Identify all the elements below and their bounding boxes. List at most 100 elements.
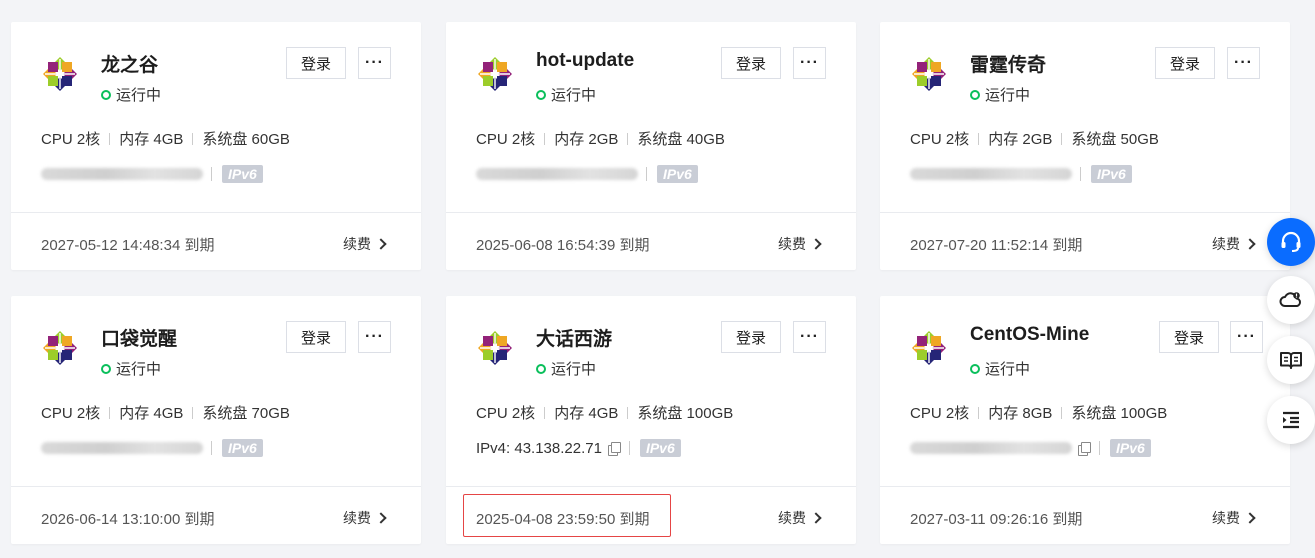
card-divider [880,486,1290,487]
ip-divider [646,167,647,181]
more-actions-button[interactable]: ··· [358,321,391,353]
spec-divider [109,406,111,419]
spec-row: CPU 2核 内存 4GB 系统盘 100GB [476,402,733,423]
cpu-spec: CPU 2核 [476,131,536,148]
chevron-right-icon [810,238,822,250]
ip-row: IPv6 [41,164,263,184]
menu-toggle-button[interactable] [1267,396,1315,444]
ip-address-redacted [41,442,203,454]
instance-grid: 龙之谷 运行中 登录 ··· CPU 2核 内存 4GB 系统盘 60GB IP… [0,0,1315,558]
ipv6-badge: IPv6 [1091,165,1132,183]
status-text: 运行中 [985,361,1031,378]
book-icon [1280,352,1302,369]
more-actions-button[interactable]: ··· [1227,47,1260,79]
instance-name[interactable]: 大话西游 [536,324,612,351]
renew-link[interactable]: 续费 [1212,234,1256,254]
instance-card: 雷霆传奇 运行中 登录 ··· CPU 2核 内存 2GB 系统盘 50GB I… [880,22,1290,270]
card-divider [880,212,1290,213]
spec-divider [978,406,980,419]
instance-name[interactable]: hot-update [536,50,634,72]
memory-spec: 内存 4GB [119,405,184,422]
instance-status: 运行中 [101,358,161,379]
instance-name[interactable]: 雷霆传奇 [970,50,1046,77]
renew-label: 续费 [1212,236,1240,252]
login-button[interactable]: 登录 [1159,321,1219,353]
renew-link[interactable]: 续费 [778,234,822,254]
ip-address-redacted [910,168,1072,180]
instance-status: 运行中 [101,84,161,105]
chevron-right-icon [375,238,387,250]
headset-icon [1281,231,1301,252]
renew-link[interactable]: 续费 [778,508,822,528]
login-button[interactable]: 登录 [286,47,346,79]
instance-name[interactable]: 口袋觉醒 [101,324,177,351]
cloud-alert-button[interactable] [1267,276,1315,324]
centos-logo-icon [43,57,77,91]
instance-card: hot-update 运行中 登录 ··· CPU 2核 内存 2GB 系统盘 … [446,22,856,270]
ip-address-redacted [41,168,203,180]
list-indent-icon [1283,411,1299,429]
ipv6-badge: IPv6 [222,439,263,457]
card-divider [11,486,421,487]
ip-address-redacted [476,168,638,180]
ip-divider [211,167,212,181]
running-status-icon [536,89,546,100]
renew-link[interactable]: 续费 [1212,508,1256,528]
chevron-right-icon [1244,238,1256,250]
copy-icon[interactable] [1077,441,1091,456]
renew-link[interactable]: 续费 [343,234,387,254]
chevron-right-icon [810,512,822,524]
ipv6-badge: IPv6 [222,165,263,183]
centos-logo-icon [43,331,77,365]
copy-icon[interactable] [607,441,621,456]
status-text: 运行中 [551,361,597,378]
memory-spec: 内存 8GB [988,405,1053,422]
ipv6-badge: IPv6 [1110,439,1151,457]
ipv6-badge: IPv6 [639,439,681,457]
login-button[interactable]: 登录 [721,321,781,353]
more-actions-button[interactable]: ··· [1230,321,1263,353]
expire-date: 2027-03-11 09:26:16 到期 [910,511,1083,528]
ip-address-redacted [910,442,1072,454]
spec-divider [627,132,629,145]
login-button[interactable]: 登录 [1155,47,1215,79]
customer-service-button[interactable] [1267,218,1315,266]
spec-divider [978,132,980,145]
centos-logo-icon [478,57,512,91]
renew-label: 续费 [343,510,371,526]
expire-date: 2027-07-20 11:52:14 到期 [910,237,1083,254]
more-actions-button[interactable]: ··· [793,47,826,79]
instance-status: 运行中 [536,84,596,105]
ip-row: IPv4: 43.138.22.71 IPv6 [476,438,681,458]
ip-divider [628,441,630,455]
more-actions-button[interactable]: ··· [793,321,826,353]
running-status-icon [101,89,111,100]
spec-divider [544,132,546,145]
instance-status: 运行中 [970,84,1030,105]
spec-row: CPU 2核 内存 4GB 系统盘 60GB [41,128,290,149]
login-button[interactable]: 登录 [721,47,781,79]
login-button[interactable]: 登录 [286,321,346,353]
disk-spec: 系统盘 60GB [202,131,290,148]
spec-row: CPU 2核 内存 2GB 系统盘 40GB [476,128,725,149]
instance-name[interactable]: CentOS-Mine [970,324,1089,346]
instance-card: 大话西游 运行中 登录 ··· CPU 2核 内存 4GB 系统盘 100GB … [446,296,856,544]
ip-row: IPv6 [41,438,263,458]
instance-name[interactable]: 龙之谷 [101,50,158,77]
status-text: 运行中 [116,361,162,378]
spec-divider [627,406,629,419]
ip-divider [211,441,212,455]
status-text: 运行中 [985,87,1031,104]
cpu-spec: CPU 2核 [910,131,970,148]
more-actions-button[interactable]: ··· [358,47,391,79]
card-divider [11,212,421,213]
docs-button[interactable] [1267,336,1315,384]
cpu-spec: CPU 2核 [41,405,101,422]
centos-logo-icon [478,331,512,365]
disk-spec: 系统盘 50GB [1071,131,1159,148]
disk-spec: 系统盘 40GB [637,131,725,148]
cpu-spec: CPU 2核 [476,405,536,422]
expire-date: 2026-06-14 13:10:00 到期 [41,511,215,528]
renew-label: 续费 [1212,510,1240,526]
renew-link[interactable]: 续费 [343,508,387,528]
